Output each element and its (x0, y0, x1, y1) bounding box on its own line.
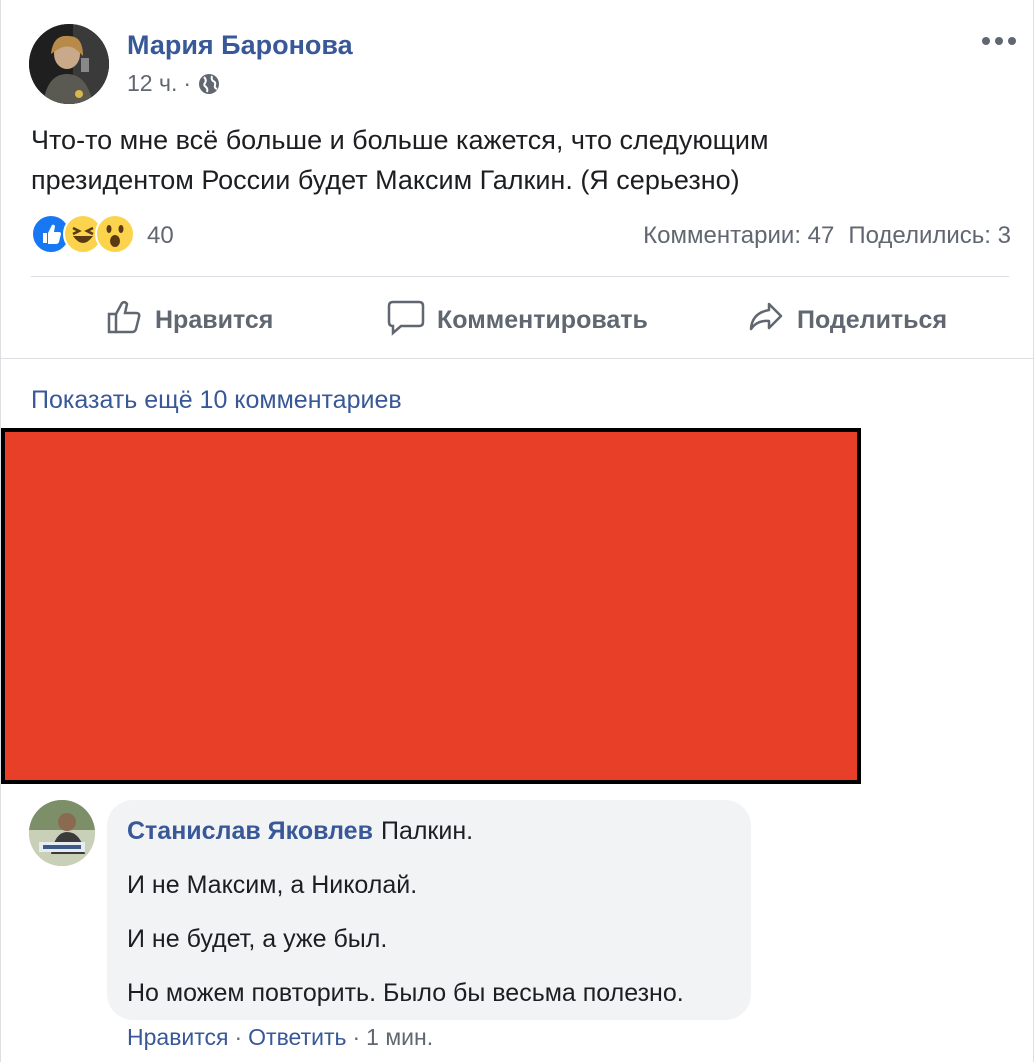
share-button[interactable]: Поделиться (747, 290, 947, 350)
post-text: Что-то мне всё больше и больше кажется, … (31, 120, 991, 200)
post-card: Мария Баронова 12 ч. · Что-то мне всё бо… (0, 0, 1034, 1062)
comment-label: Комментировать (437, 305, 648, 334)
share-arrow-icon (747, 298, 785, 343)
author-avatar[interactable] (29, 24, 109, 104)
reaction-icons[interactable] (31, 214, 135, 254)
like-button[interactable]: Нравится (105, 290, 273, 350)
divider (31, 276, 1009, 277)
shares-count[interactable]: Поделились: 3 (848, 222, 1011, 250)
comment-button[interactable]: Комментировать (387, 290, 648, 350)
wow-icon (95, 214, 135, 254)
comments-count[interactable]: Комментарии: 47 (643, 222, 834, 250)
thumbs-up-icon (105, 298, 143, 343)
commenter-avatar[interactable] (29, 800, 95, 866)
comment-actions: Нравится · Ответить · 1 мин. (127, 1024, 433, 1051)
comment-text: И не Максим, а Николай. (127, 871, 418, 899)
post-text-line: Что-то мне всё больше и больше кажется, … (31, 125, 769, 155)
post-meta: 12 ч. · (127, 70, 221, 97)
actions-row: Нравится Комментировать Поделиться (31, 290, 1009, 350)
comment-author[interactable]: Станислав Яковлев (127, 817, 373, 845)
comment-time[interactable]: 1 мин. (366, 1024, 433, 1051)
comment-separator: · (234, 1024, 243, 1050)
divider (1, 358, 1034, 359)
more-horizontal-icon[interactable] (979, 28, 1019, 54)
author-name[interactable]: Мария Баронова (127, 30, 353, 61)
reactions-row: 40 Комментарии: 47 Поделились: 3 (31, 214, 1011, 260)
comment-line: Станислав Яковлев Палкин. (127, 816, 731, 846)
show-more-comments-link[interactable]: Показать ещё 10 комментариев (31, 386, 402, 415)
reaction-count[interactable]: 40 (147, 222, 174, 250)
redaction-block (1, 428, 861, 784)
comment-text: Палкин. (380, 817, 474, 845)
comment-reply-link[interactable]: Ответить (248, 1024, 346, 1051)
comment-like-link[interactable]: Нравится (127, 1024, 229, 1051)
comment-text: И не будет, а уже был. (127, 925, 388, 953)
speech-bubble-icon (387, 298, 425, 343)
comment-text: Но можем повторить. Было бы весьма полез… (127, 979, 684, 1007)
globe-icon (197, 72, 221, 96)
meta-separator: · (183, 70, 192, 96)
like-label: Нравится (155, 305, 274, 334)
post-text-line: президентом России будет Максим Галкин. … (31, 165, 740, 195)
comment-separator: · (352, 1024, 361, 1050)
post-time[interactable]: 12 ч. (127, 70, 177, 97)
post-header: Мария Баронова 12 ч. · (29, 24, 1019, 106)
share-label: Поделиться (797, 305, 948, 334)
comment-bubble: Станислав Яковлев Палкин. И не Максим, а … (107, 800, 751, 1020)
post-stats: Комментарии: 47 Поделились: 3 (643, 222, 1011, 250)
